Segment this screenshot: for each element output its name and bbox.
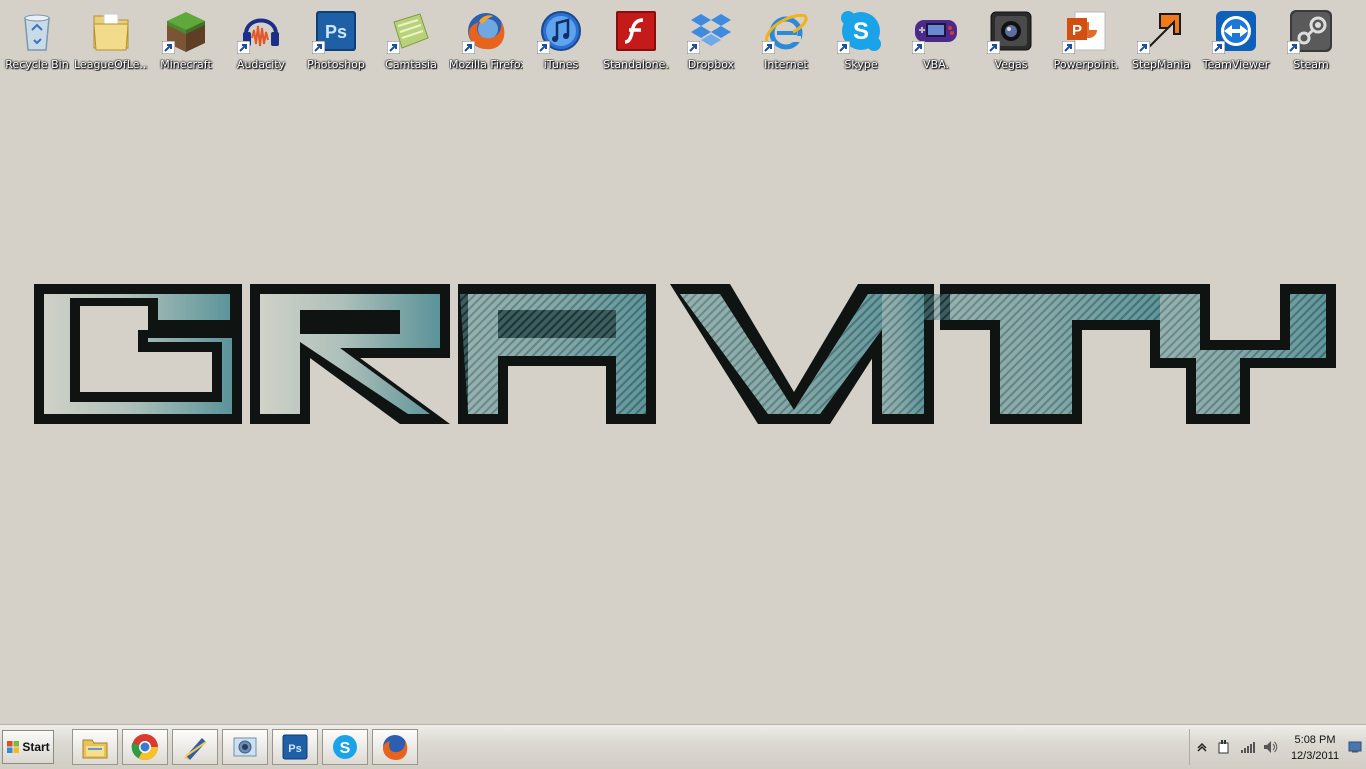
desktop-icon-label: Standalone.	[603, 59, 669, 71]
desktop-icon-label: Audacity	[236, 59, 286, 71]
desktop-icon-powerpoint[interactable]: P Powerpoint.	[1049, 4, 1123, 76]
desktop-icon-vba[interactable]: VBA.	[899, 4, 973, 76]
shortcut-arrow-icon	[986, 39, 1001, 55]
desktop-icon-leagueoflegends-folder[interactable]: LeagueOfLe...	[74, 4, 148, 76]
desktop-icon-itunes[interactable]: iTunes	[524, 4, 598, 76]
pen-tool-icon	[184, 738, 207, 760]
desktop: Recycle Bin LeagueOfLe... Minecraft Auda…	[0, 0, 1366, 724]
shortcut-arrow-icon	[461, 39, 476, 55]
wallpaper-gravity-logo	[34, 284, 1336, 424]
desktop-icon-label: VBA.	[923, 59, 949, 71]
svg-text:S: S	[853, 18, 869, 45]
clock-time: 5:08 PM	[1294, 734, 1336, 746]
show-desktop-icon[interactable]	[1348, 741, 1362, 753]
taskbar-button-firefox[interactable]	[372, 729, 418, 765]
desktop-icon-minecraft[interactable]: Minecraft	[149, 4, 223, 76]
desktop-icon-audacity[interactable]: Audacity	[224, 4, 298, 76]
shortcut-arrow-icon	[536, 39, 551, 55]
chrome-icon	[131, 734, 159, 761]
desktop-icon-label: Camtasia	[385, 59, 437, 71]
desktop-icon-label: TeamViewer	[1202, 59, 1270, 71]
desktop-icon-label: iTunes	[543, 59, 579, 71]
desktop-icon-label: Steam	[1293, 59, 1329, 71]
desktop-icon-vegas[interactable]: Vegas	[974, 4, 1048, 76]
start-button[interactable]: Start	[2, 730, 54, 764]
taskbar-button-pen-tool[interactable]	[172, 729, 218, 765]
svg-text:P: P	[1072, 22, 1082, 39]
desktop-icon-firefox[interactable]: Mozilla Firefox	[449, 4, 523, 76]
system-tray: 5:08 PM 12/3/2011	[1189, 729, 1366, 765]
desktop-icon-camtasia[interactable]: Camtasia	[374, 4, 448, 76]
taskbar-button-photoshop[interactable]: Ps	[272, 729, 318, 765]
shortcut-arrow-icon	[236, 39, 251, 55]
taskbar: Start Ps S 5:08 PM 12/3/2011	[0, 724, 1366, 769]
skype-icon: S	[333, 735, 357, 759]
svg-text:Ps: Ps	[288, 743, 301, 755]
desktop-icon-photoshop[interactable]: Ps Photoshop	[299, 4, 373, 76]
desktop-icon-label: Skype	[844, 59, 878, 71]
desktop-icon-dropbox[interactable]: Dropbox	[674, 4, 748, 76]
windows-logo-icon	[7, 741, 20, 753]
desktop-icon-row: Recycle Bin LeagueOfLe... Minecraft Auda…	[0, 4, 1366, 76]
desktop-icon-stepmania[interactable]: StepMania	[1124, 4, 1198, 76]
folder-icon	[88, 8, 134, 54]
firefox-icon	[383, 735, 408, 760]
photoshop-icon: Ps	[282, 734, 308, 760]
shortcut-arrow-icon	[1286, 39, 1301, 55]
shortcut-arrow-icon	[311, 39, 326, 55]
flash-icon	[613, 8, 659, 54]
taskbar-button-chrome[interactable]	[122, 729, 168, 765]
volume-icon[interactable]	[1262, 739, 1278, 755]
clock-date: 12/3/2011	[1290, 750, 1340, 762]
desktop-icon-label: Photoshop	[307, 59, 365, 71]
windows-explorer-icon	[82, 739, 108, 759]
photo-viewer-icon	[233, 737, 257, 757]
taskbar-button-windows-explorer[interactable]	[72, 729, 118, 765]
shortcut-arrow-icon	[1136, 39, 1151, 55]
network-signal-icon[interactable]	[1240, 739, 1256, 755]
desktop-icon-label: Vegas	[994, 59, 1028, 71]
shortcut-arrow-icon	[911, 39, 926, 55]
desktop-icon-steam[interactable]: Steam	[1274, 4, 1348, 76]
desktop-icon-label: Minecraft	[160, 59, 212, 71]
desktop-icon-label: Recycle Bin	[5, 59, 69, 71]
desktop-icon-label: LeagueOfLe...	[74, 59, 148, 71]
shortcut-arrow-icon	[761, 39, 776, 55]
desktop-icon-internet-explorer[interactable]: Internet	[749, 4, 823, 76]
desktop-icon-teamviewer[interactable]: TeamViewer	[1199, 4, 1273, 76]
desktop-icon-label: Powerpoint.	[1053, 59, 1119, 71]
power-plug-icon[interactable]	[1216, 739, 1232, 755]
desktop-icon-label: Mozilla Firefox	[449, 59, 523, 71]
recycle-bin-icon	[14, 8, 60, 54]
desktop-icon-label: Dropbox	[687, 59, 735, 71]
shortcut-arrow-icon	[1211, 39, 1226, 55]
shortcut-arrow-icon	[836, 39, 851, 55]
desktop-icon-skype[interactable]: S Skype	[824, 4, 898, 76]
shortcut-arrow-icon	[1061, 39, 1076, 55]
taskbar-button-skype[interactable]: S	[322, 729, 368, 765]
svg-text:S: S	[340, 740, 351, 757]
clock[interactable]: 5:08 PM 12/3/2011	[1282, 732, 1348, 764]
shortcut-arrow-icon	[386, 39, 401, 55]
desktop-icon-recycle-bin[interactable]: Recycle Bin	[0, 4, 74, 76]
desktop-icon-label: Internet	[764, 59, 808, 71]
show-hidden-icons-icon[interactable]	[1194, 739, 1210, 755]
desktop-icon-flash-standalone[interactable]: Standalone.	[599, 4, 673, 76]
shortcut-arrow-icon	[686, 39, 701, 55]
taskbar-button-photo-viewer[interactable]	[222, 729, 268, 765]
svg-text:Ps: Ps	[325, 22, 347, 42]
shortcut-arrow-icon	[161, 39, 176, 55]
desktop-icon-label: StepMania	[1131, 59, 1191, 71]
start-label: Start	[22, 740, 50, 754]
